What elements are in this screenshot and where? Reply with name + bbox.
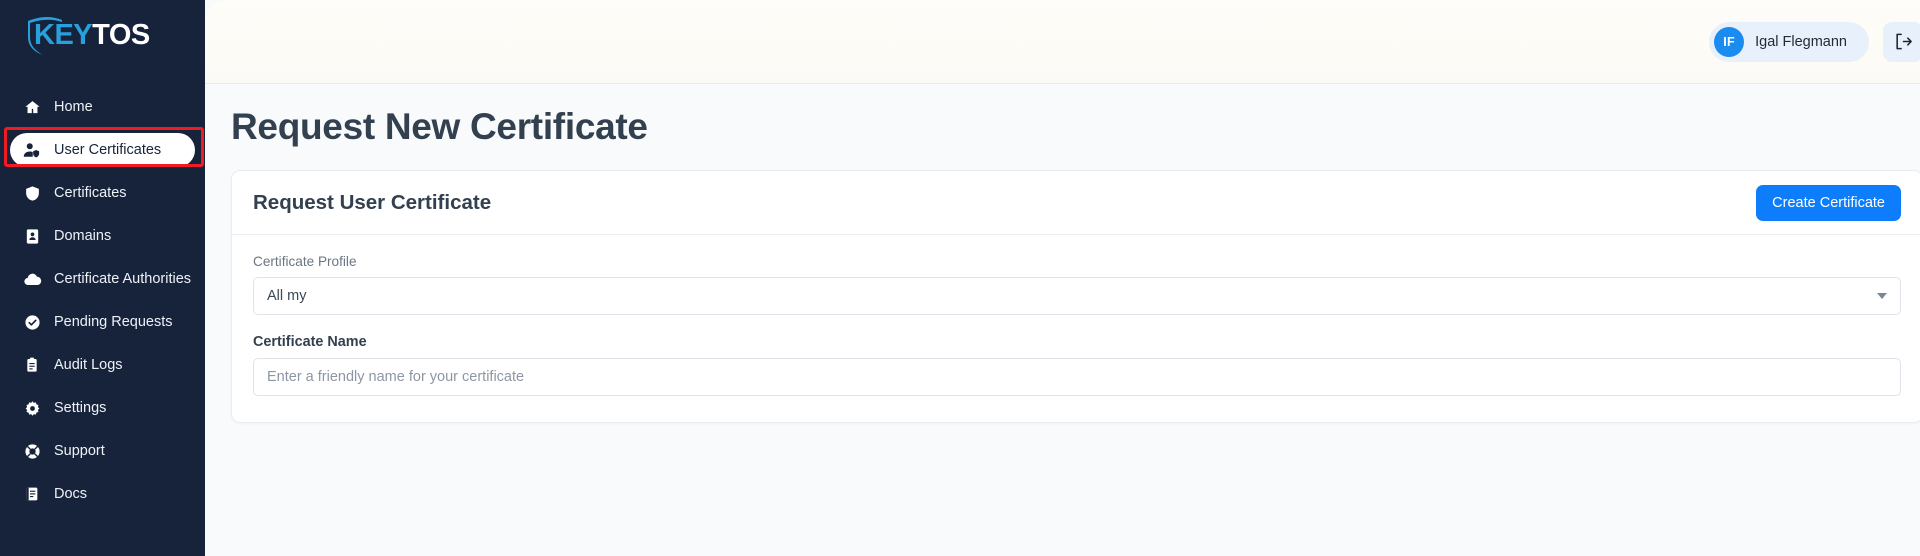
logo-text-tos: TOS: [92, 18, 150, 51]
address-book-icon: [20, 227, 44, 245]
sidebar-item-label: Settings: [54, 399, 107, 416]
certificate-profile-label: Certificate Profile: [253, 254, 357, 269]
sidebar-item-label: Docs: [54, 485, 88, 502]
certificate-profile-value: All my: [267, 288, 307, 304]
sidebar-item-label: Certificates: [54, 184, 127, 201]
user-name-label: Igal Flegmann: [1755, 33, 1847, 50]
shield-icon: [20, 184, 44, 202]
certificate-profile-field: Certificate Profile All my: [253, 254, 1901, 315]
logo-text-key: KEY: [34, 18, 93, 51]
sidebar-item-label: Pending Requests: [54, 313, 173, 330]
home-icon: [20, 98, 44, 116]
sidebar-item-settings[interactable]: Settings: [10, 391, 195, 425]
sidebar-item-pending-requests[interactable]: Pending Requests: [10, 305, 195, 339]
sidebar-item-label: Certificate Authorities: [54, 270, 192, 287]
sidebar-item-label: Support: [54, 442, 105, 459]
certificate-name-label: Certificate Name: [253, 334, 367, 350]
user-menu[interactable]: IF Igal Flegmann: [1709, 21, 1869, 62]
gear-icon: [20, 399, 44, 417]
sidebar-item-support[interactable]: Support: [10, 434, 195, 468]
sidebar-nav: Home User Certificates Certificates Doma…: [0, 90, 205, 511]
page-title: Request New Certificate: [231, 106, 648, 147]
certificate-profile-select[interactable]: All my: [253, 277, 1901, 315]
sidebar-item-certificates[interactable]: Certificates: [10, 176, 195, 210]
sidebar-item-user-certificates[interactable]: User Certificates: [10, 133, 195, 167]
avatar: IF: [1714, 26, 1745, 57]
create-certificate-button[interactable]: Create Certificate: [1756, 184, 1901, 221]
sidebar-item-certificate-authorities[interactable]: Certificate Authorities: [10, 262, 195, 296]
sidebar: KEYTOS Home User Certificates Certificat…: [0, 0, 205, 556]
lifebuoy-icon: [20, 442, 44, 460]
logout-icon: [1895, 33, 1912, 50]
certificate-name-placeholder: Enter a friendly name for your certifica…: [267, 369, 525, 385]
sidebar-item-home[interactable]: Home: [10, 90, 195, 124]
certificate-name-input-wrap[interactable]: Enter a friendly name for your certifica…: [253, 358, 1901, 396]
sidebar-item-docs[interactable]: Docs: [10, 477, 195, 511]
request-certificate-card: Request User Certificate Create Certific…: [231, 170, 1920, 423]
brand-logo[interactable]: KEYTOS: [0, 0, 205, 70]
sidebar-item-label: Home: [54, 98, 93, 115]
sidebar-item-audit-logs[interactable]: Audit Logs: [10, 348, 195, 382]
main-area: IF Igal Flegmann Request New Certificate…: [205, 0, 1920, 556]
sidebar-item-label: Audit Logs: [54, 356, 123, 373]
sidebar-item-label: Domains: [54, 227, 112, 244]
certificate-name-field: Certificate Name Enter a friendly name f…: [253, 334, 1901, 396]
user-certificate-icon: [20, 141, 44, 159]
book-icon: [20, 485, 44, 503]
clipboard-icon: [20, 356, 44, 374]
card-title: Request User Certificate: [253, 190, 492, 214]
page-content: Request New Certificate Request User Cer…: [205, 84, 1920, 556]
app-root: KEYTOS Home User Certificates Certificat…: [0, 0, 1920, 556]
logout-button[interactable]: [1883, 21, 1920, 62]
sidebar-item-label: User Certificates: [54, 141, 162, 158]
cloud-icon: [20, 270, 44, 288]
card-header: Request User Certificate Create Certific…: [232, 171, 1920, 235]
sidebar-item-domains[interactable]: Domains: [10, 219, 195, 253]
card-body: Certificate Profile All my Certificate N…: [232, 235, 1920, 422]
check-circle-icon: [20, 313, 44, 331]
chevron-down-icon: [1877, 293, 1887, 299]
top-bar: IF Igal Flegmann: [205, 0, 1920, 84]
